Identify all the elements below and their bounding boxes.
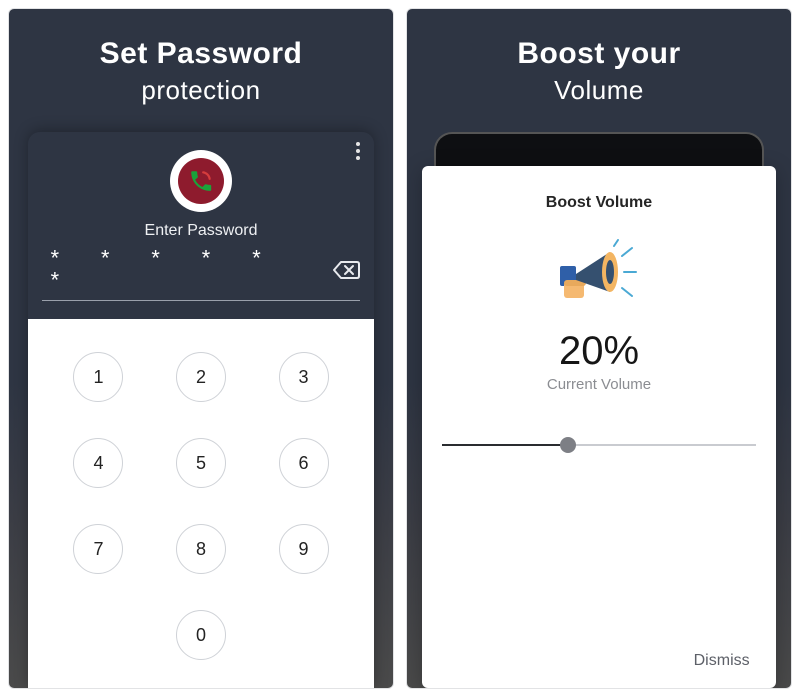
password-field[interactable]: * * * * * * <box>42 250 360 301</box>
headline-left: Set Password <box>100 37 303 71</box>
password-mask: * * * * * * <box>42 250 318 294</box>
key-6[interactable]: 6 <box>279 438 329 488</box>
headline-right: Boost your <box>517 37 680 71</box>
keypad: 1 2 3 4 5 6 7 8 9 0 <box>28 319 374 688</box>
volume-percent: 20% <box>559 329 639 374</box>
password-panel: Set Password protection Enter Password *… <box>8 8 394 689</box>
phone-icon <box>178 158 224 204</box>
key-8[interactable]: 8 <box>176 524 226 574</box>
slider-thumb[interactable] <box>560 437 576 453</box>
lock-card: Enter Password * * * * * * 1 2 3 4 5 6 7… <box>28 132 374 688</box>
megaphone-icon <box>554 236 644 311</box>
key-2[interactable]: 2 <box>176 352 226 402</box>
boost-card: Boost Volume 20% Current Volume <box>422 166 775 688</box>
key-1[interactable]: 1 <box>73 352 123 402</box>
key-0[interactable]: 0 <box>176 610 226 660</box>
key-7[interactable]: 7 <box>73 524 123 574</box>
key-4[interactable]: 4 <box>73 438 123 488</box>
key-3[interactable]: 3 <box>279 352 329 402</box>
subhead-right: Volume <box>554 75 644 106</box>
enter-password-label: Enter Password <box>145 222 258 240</box>
slider-fill <box>442 444 567 446</box>
kebab-menu-icon[interactable] <box>356 142 360 160</box>
lock-card-header: Enter Password * * * * * * <box>28 132 374 319</box>
app-badge <box>170 150 232 212</box>
boost-card-title: Boost Volume <box>546 194 652 212</box>
subhead-left: protection <box>141 75 260 106</box>
backspace-icon[interactable] <box>332 259 360 286</box>
key-5[interactable]: 5 <box>176 438 226 488</box>
current-volume-label: Current Volume <box>547 376 651 393</box>
volume-slider[interactable] <box>442 435 755 455</box>
dismiss-button[interactable]: Dismiss <box>688 640 756 674</box>
boost-panel: Boost your Volume Boost Volume 20% <box>406 8 792 689</box>
key-9[interactable]: 9 <box>279 524 329 574</box>
